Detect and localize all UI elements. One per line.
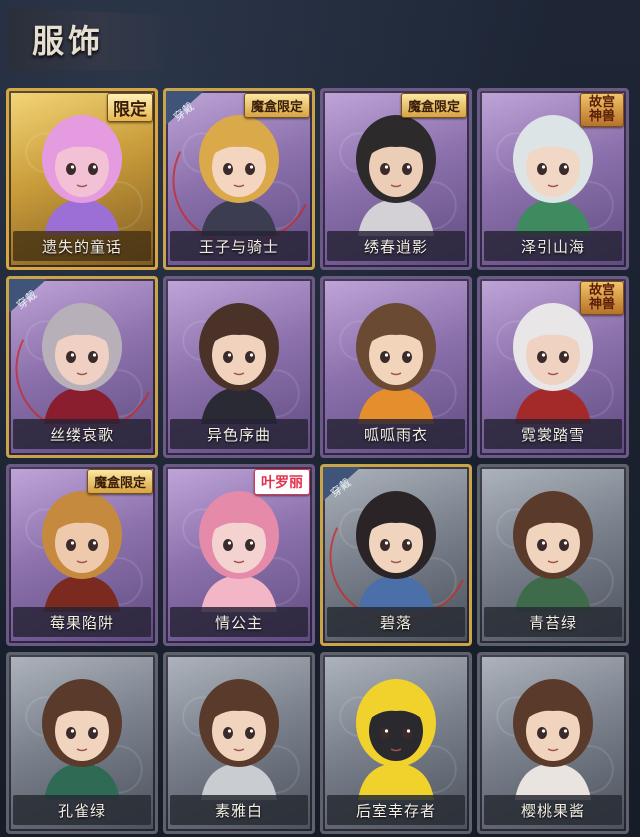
costume-card[interactable]: 魔盒限定绣春逍影	[320, 88, 472, 270]
character-portrait	[42, 679, 122, 800]
costume-name: 泽引山海	[520, 237, 585, 256]
costume-card[interactable]: 魔盒限定 穿戴王子与骑士	[163, 88, 315, 270]
costume-name: 霓裳踏雪	[520, 425, 585, 444]
costume-card[interactable]: 青苔绿	[477, 464, 629, 646]
character-portrait	[199, 679, 279, 800]
costume-card[interactable]: 故宫神兽泽引山海	[477, 88, 629, 270]
equipped-tag: 穿戴	[166, 91, 226, 129]
card-label-bar: 王子与骑士	[170, 231, 308, 261]
card-badge: 魔盒限定	[400, 93, 467, 118]
card-label-bar: 莓果陷阱	[13, 607, 151, 637]
card-label-bar: 遗失的童话	[13, 231, 151, 261]
costume-card[interactable]: 后室幸存者	[320, 652, 472, 834]
character-portrait	[199, 303, 279, 424]
costume-card[interactable]: 异色序曲	[163, 276, 315, 458]
costume-card[interactable]: 魔盒限定莓果陷阱	[6, 464, 158, 646]
card-label-bar: 素雅白	[170, 795, 308, 825]
costume-name: 丝缕哀歌	[49, 425, 114, 444]
costume-card[interactable]: 故宫神兽霓裳踏雪	[477, 276, 629, 458]
character-portrait	[513, 491, 593, 612]
card-label-bar: 孔雀绿	[13, 795, 151, 825]
card-badge: 限定	[107, 93, 153, 122]
costume-name: 莓果陷阱	[49, 613, 114, 632]
character-portrait	[356, 303, 436, 424]
character-portrait	[356, 679, 436, 800]
card-label-bar: 情公主	[170, 607, 308, 637]
equipped-tag: 穿戴	[323, 467, 383, 505]
costume-name: 樱桃果酱	[520, 801, 585, 820]
card-badge: 魔盒限定	[86, 469, 153, 494]
costume-name: 素雅白	[214, 801, 263, 820]
costume-card[interactable]: 孔雀绿	[6, 652, 158, 834]
card-badge: 故宫神兽	[580, 93, 624, 127]
costume-name: 呱呱雨衣	[363, 425, 428, 444]
costume-card[interactable]: 穿戴碧落	[320, 464, 472, 646]
costume-card[interactable]: 限定遗失的童话	[6, 88, 158, 270]
costume-card[interactable]: 叶罗丽情公主	[163, 464, 315, 646]
costume-name: 碧落	[379, 613, 412, 632]
costume-card[interactable]: 樱桃果酱	[477, 652, 629, 834]
costume-name: 后室幸存者	[355, 801, 436, 820]
card-badge: 故宫神兽	[580, 281, 624, 315]
equipped-tag: 穿戴	[9, 279, 69, 317]
card-label-bar: 后室幸存者	[327, 795, 465, 825]
card-badge: 魔盒限定	[243, 93, 310, 118]
section-title: 服饰	[32, 22, 105, 60]
card-label-bar: 异色序曲	[170, 419, 308, 449]
costume-name: 绣春逍影	[363, 237, 428, 256]
card-label-bar: 呱呱雨衣	[327, 419, 465, 449]
card-label-bar: 樱桃果酱	[484, 795, 622, 825]
character-portrait	[513, 679, 593, 800]
card-label-bar: 青苔绿	[484, 607, 622, 637]
card-label-bar: 丝缕哀歌	[13, 419, 151, 449]
costume-card[interactable]: 呱呱雨衣	[320, 276, 472, 458]
card-label-bar: 泽引山海	[484, 231, 622, 261]
costume-name: 异色序曲	[206, 425, 271, 444]
card-badge: 叶罗丽	[254, 469, 310, 495]
card-label-bar: 绣春逍影	[327, 231, 465, 261]
card-label-bar: 霓裳踏雪	[484, 419, 622, 449]
costume-grid: 限定 遗失的童话 魔盒限定 穿戴 王子与骑士 魔盒限定 绣春逍影 故宫神兽 泽引山海 穿戴 丝缕哀歌…	[6, 88, 629, 834]
costume-name: 青苔绿	[528, 613, 577, 632]
costume-name: 孔雀绿	[57, 801, 106, 820]
costume-name: 情公主	[214, 613, 263, 632]
costume-card[interactable]: 素雅白	[163, 652, 315, 834]
costume-name: 遗失的童话	[41, 237, 122, 256]
card-label-bar: 碧落	[327, 607, 465, 637]
costume-name: 王子与骑士	[198, 237, 279, 256]
costume-card[interactable]: 穿戴丝缕哀歌	[6, 276, 158, 458]
